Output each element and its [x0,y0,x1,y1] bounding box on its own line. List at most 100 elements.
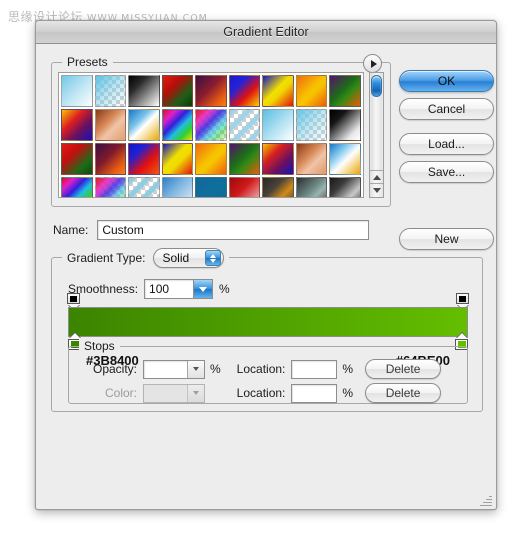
preset-swatch-transparent-rainbow-2[interactable] [94,177,127,197]
color-location-unit: % [342,386,354,400]
presets-scrollbar-thumb[interactable] [371,75,382,97]
preset-swatch-blue-red-yellow[interactable] [228,75,261,107]
name-label: Name: [53,223,89,237]
presets-group: Presets [51,54,391,207]
preset-swatch-blue-stripes[interactable] [228,109,261,141]
presets-swatch-grid [59,73,363,197]
preset-swatch-yellow-purple-blue[interactable] [61,109,93,141]
presets-scrollbar[interactable] [369,72,384,198]
preset-swatch-yellow-purple-2[interactable] [262,143,294,175]
presets-scroll-down-button[interactable] [370,183,383,197]
new-button[interactable]: New [399,228,494,250]
opacity-stop-icon [456,293,469,304]
color-label: Color: [104,386,137,400]
resize-grip-icon[interactable] [479,494,492,507]
smoothness-value[interactable]: 100 [145,280,193,298]
stops-group: Stops Opacity: % Location: % Delete Colo… [68,339,468,404]
opacity-stop-row: Opacity: % Location: % Delete [81,359,442,379]
dialog-title: Gradient Editor [223,25,309,39]
preset-swatch-blue-yellow-2[interactable] [161,143,194,175]
chevron-down-icon [193,391,199,395]
gradient-type-legend-row: Gradient Type: Solid [62,248,230,268]
color-combo[interactable] [143,383,205,403]
preset-swatch-blue-stripes-2[interactable] [128,177,160,197]
preset-swatch-purple-green-2[interactable] [228,143,261,175]
color-dropdown-button[interactable] [187,384,204,402]
preset-swatch-blue-red-orange[interactable] [128,143,160,175]
opacity-unit: % [210,362,221,376]
up-down-stepper-icon[interactable] [205,250,222,266]
preset-swatch-spectrum-1[interactable] [161,109,194,141]
smoothness-unit: % [219,282,230,296]
opacity-delete-button[interactable]: Delete [365,359,442,379]
name-row: Name: [53,220,393,240]
smoothness-dropdown-button[interactable] [193,280,213,298]
gradient-bar[interactable] [68,307,468,350]
preset-swatch-blue-to-white-2[interactable] [161,177,194,197]
name-input[interactable] [97,220,370,240]
gradient-type-select[interactable]: Solid [152,248,225,268]
preset-swatch-light-blue-to-white[interactable] [61,75,93,107]
preset-swatch-light-blue-to-transparent[interactable] [94,75,127,107]
preset-swatch-black-orange-black[interactable] [262,177,294,197]
gradient-type-label: Gradient Type: [67,251,146,265]
stops-legend: Stops [79,339,120,353]
opacity-label: Opacity: [92,362,137,376]
color-delete-button[interactable]: Delete [365,383,442,403]
preset-swatch-gray-teal-gray[interactable] [295,177,328,197]
opacity-dropdown-button[interactable] [187,360,204,378]
preset-swatch-blue-white-gold[interactable] [128,109,160,141]
scroll-up-arrow-icon [372,175,381,180]
load-button[interactable]: Load... [399,133,494,155]
presets-list[interactable] [58,72,364,198]
opacity-location-input[interactable] [291,359,338,379]
chevron-down-icon [199,286,208,292]
gradient-editor-dialog: Gradient Editor Presets Name: Custom Gra… [35,20,497,510]
opacity-value[interactable] [144,361,187,378]
save-button[interactable]: Save... [399,161,494,183]
preset-swatch-black-to-white[interactable] [128,75,160,107]
smoothness-row: Smoothness: 100 % [68,279,230,299]
preset-swatch-orange-yellow-orange[interactable] [295,75,328,107]
preset-swatch-red-to-white[interactable] [228,177,261,197]
preset-swatch-copper[interactable] [94,109,127,141]
preset-swatch-orange-yellow-2[interactable] [195,143,227,175]
dialog-titlebar[interactable]: Gradient Editor [36,21,496,44]
color-location-label: Location: [236,386,286,400]
chevron-down-icon [193,367,199,371]
preset-swatch-red-green-dark[interactable] [161,75,194,107]
preset-swatch-cyan-to-transparent[interactable] [295,109,328,141]
gradient-type-group: Gradient Type: Solid Smoothness: 100 % #… [51,248,483,412]
preset-swatch-transparent-rainbow[interactable] [195,109,227,141]
color-location-input[interactable] [291,383,338,403]
opacity-location-label: Location: [236,362,286,376]
smoothness-combo[interactable]: 100 [144,279,214,299]
preset-swatch-blue-white-gold-2[interactable] [329,143,361,175]
opacity-combo[interactable] [143,359,205,379]
opacity-stop-icon [67,293,80,304]
preset-swatch-red-green-2[interactable] [61,143,93,175]
gradient-preview-area: #3B8400 #64BE00 [67,293,469,368]
preset-swatch-blue-yellow-red[interactable] [262,75,294,107]
preset-swatch-copper-2[interactable] [295,143,328,175]
preset-swatch-purple-orange-2[interactable] [94,143,127,175]
presets-flyout-menu-button[interactable] [363,54,382,73]
screenshot-root: 思缘设计论坛 WWW.MISSYUAN.COM Gradient Editor … [0,0,532,553]
preset-swatch-purple-to-orange[interactable] [195,75,227,107]
color-stop-row: Color: % Location: % Delete [81,383,442,403]
preset-swatch-purple-green-orange[interactable] [329,75,361,107]
ok-button[interactable]: OK [399,70,494,92]
cancel-button[interactable]: Cancel [399,98,494,120]
flyout-triangle-icon [370,59,377,68]
preset-swatch-cyan-to-white[interactable] [262,109,294,141]
preset-swatch-teal-solid[interactable] [195,177,227,197]
dialog-body: Presets Name: Custom Gradient Type: Soli… [36,44,496,510]
gradient-type-value: Solid [162,251,190,265]
presets-scroll-up-button[interactable] [370,170,383,184]
opacity-location-unit: % [342,362,354,376]
preset-swatch-white-to-black[interactable] [329,109,361,141]
preset-swatch-spectrum-2[interactable] [61,177,93,197]
scroll-down-arrow-icon [372,188,381,193]
presets-legend: Presets [62,55,113,69]
preset-swatch-black-gray-black[interactable] [329,177,361,197]
